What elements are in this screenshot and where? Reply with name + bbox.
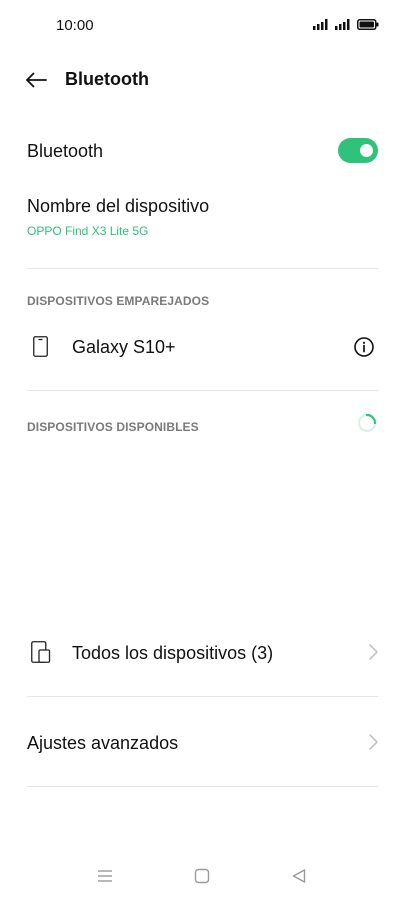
device-name-label: Nombre del dispositivo bbox=[27, 196, 210, 216]
available-devices-header: DISPOSITIVOS DISPONIBLES bbox=[27, 420, 199, 434]
bluetooth-toggle[interactable] bbox=[338, 138, 378, 163]
paired-device-row[interactable]: Galaxy S10+ bbox=[0, 322, 405, 372]
divider bbox=[27, 696, 378, 697]
signal-2-icon bbox=[335, 19, 350, 30]
menu-icon bbox=[98, 870, 112, 882]
status-icons bbox=[313, 19, 379, 30]
all-devices-row[interactable]: Todos los dispositivos (3) bbox=[0, 622, 405, 682]
page-title: Bluetooth bbox=[65, 69, 149, 89]
back-icon bbox=[292, 869, 306, 883]
advanced-settings-row[interactable]: Ajustes avanzados bbox=[0, 712, 405, 772]
paired-devices-header: DISPOSITIVOS EMPAREJADOS bbox=[27, 294, 210, 308]
device-name-value: OPPO Find X3 Lite 5G bbox=[27, 224, 149, 238]
loading-spinner-icon bbox=[357, 413, 377, 433]
nav-home-button[interactable] bbox=[192, 866, 212, 886]
status-time: 10:00 bbox=[56, 17, 94, 34]
info-icon bbox=[354, 337, 374, 357]
home-icon bbox=[194, 868, 210, 884]
nav-back-button[interactable] bbox=[289, 866, 309, 886]
device-name-row[interactable]: Nombre del dispositivo OPPO Find X3 Lite… bbox=[0, 185, 405, 249]
divider bbox=[27, 268, 378, 269]
all-devices-label: Todos los dispositivos (3) bbox=[72, 643, 274, 663]
divider bbox=[27, 390, 378, 391]
back-button[interactable] bbox=[22, 66, 50, 94]
divider bbox=[27, 786, 378, 787]
signal-1-icon bbox=[313, 19, 328, 30]
devices-icon bbox=[31, 641, 51, 663]
arrow-left-icon bbox=[26, 72, 47, 88]
bluetooth-toggle-label: Bluetooth bbox=[27, 141, 104, 161]
toggle-knob bbox=[360, 144, 373, 157]
chevron-right-icon bbox=[369, 734, 378, 750]
advanced-settings-label: Ajustes avanzados bbox=[27, 733, 179, 753]
paired-device-name: Galaxy S10+ bbox=[72, 337, 176, 357]
chevron-right-icon bbox=[369, 644, 378, 660]
device-info-button[interactable] bbox=[352, 335, 376, 359]
battery-icon bbox=[357, 19, 379, 30]
phone-icon bbox=[33, 336, 48, 357]
nav-menu-button[interactable] bbox=[95, 866, 115, 886]
